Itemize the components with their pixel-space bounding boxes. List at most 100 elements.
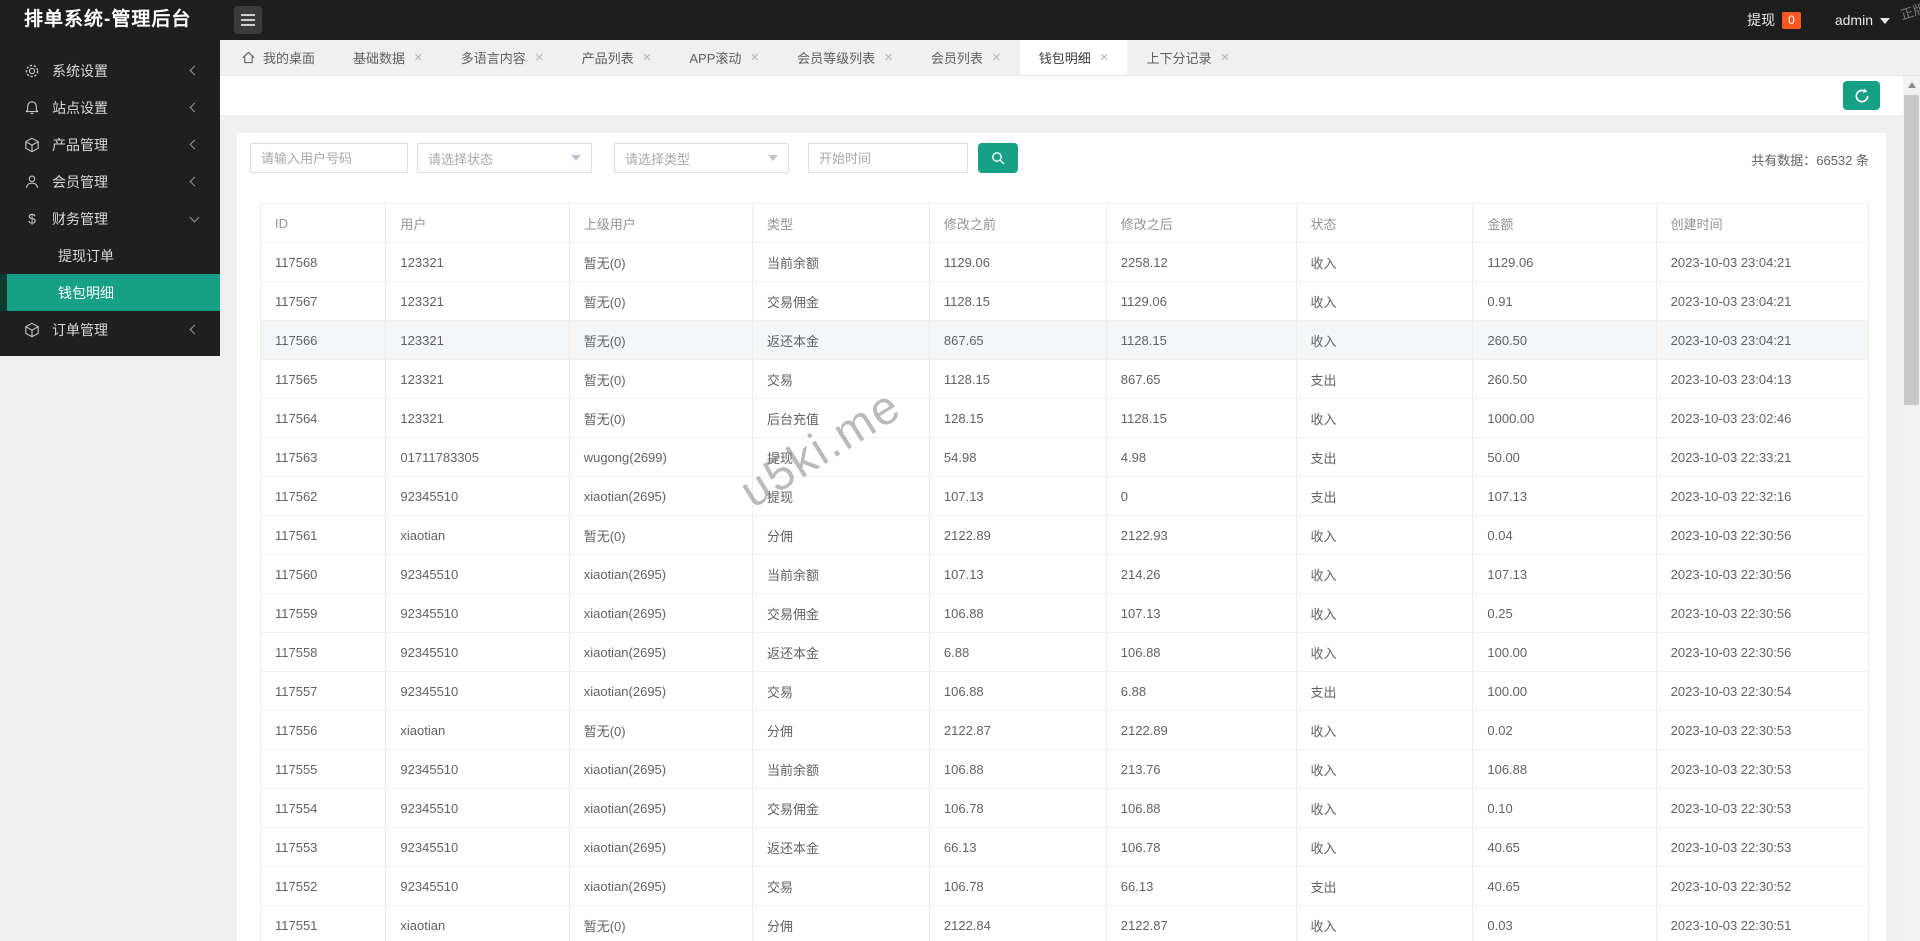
close-icon[interactable]: × bbox=[643, 50, 652, 65]
tab-上下分记录[interactable]: 上下分记录 × bbox=[1127, 40, 1248, 75]
user-menu[interactable]: admin bbox=[1835, 12, 1890, 28]
table-cell: 2258.12 bbox=[1106, 242, 1297, 282]
close-icon[interactable]: × bbox=[1221, 50, 1230, 65]
table-cell: xiaotian(2695) bbox=[569, 788, 754, 828]
table-cell: 107.13 bbox=[929, 476, 1107, 516]
table-cell: 2122.89 bbox=[1106, 710, 1297, 750]
table-cell: 0.03 bbox=[1472, 905, 1657, 941]
table-row: 117565 123321 暂无(0) 交易 1128.15 867.65 支出 260.50… bbox=[259, 359, 1870, 399]
table-cell: 分佣 bbox=[752, 515, 930, 555]
table-cell: 2023-10-03 23:04:21 bbox=[1656, 242, 1870, 282]
scroll-up-arrow-icon[interactable] bbox=[1903, 76, 1920, 93]
column-header: 上级用户 bbox=[569, 203, 754, 243]
tab-label: 会员等级列表 bbox=[797, 51, 876, 66]
table-row: 117556 xiaotian 暂无(0) 分佣 2122.87 2122.89 收入 0.0… bbox=[259, 710, 1870, 750]
table-cell: 117559 bbox=[259, 593, 387, 633]
table-cell: 40.65 bbox=[1472, 827, 1657, 867]
user-number-input[interactable] bbox=[250, 143, 408, 173]
tab-钱包明细[interactable]: 钱包明细 × bbox=[1019, 40, 1128, 75]
table-row: 117564 123321 暂无(0) 后台充值 128.15 1128.15 收入 1000… bbox=[259, 398, 1870, 438]
tab-基础数据[interactable]: 基础数据 × bbox=[334, 40, 442, 75]
close-icon[interactable]: × bbox=[992, 50, 1001, 65]
tab-会员列表[interactable]: 会员列表 × bbox=[912, 40, 1020, 75]
sidebar-item[interactable]: 订单管理 bbox=[0, 311, 220, 348]
column-header: 修改之后 bbox=[1106, 203, 1297, 243]
table-cell: 0.25 bbox=[1472, 593, 1657, 633]
table-cell: 106.88 bbox=[929, 671, 1107, 711]
sidebar-item[interactable]: 系统设置 bbox=[0, 52, 220, 89]
table-cell: 0.91 bbox=[1472, 281, 1657, 321]
table-cell: 收入 bbox=[1296, 905, 1474, 941]
table-cell: 66.13 bbox=[1106, 866, 1297, 906]
table-cell: 0.04 bbox=[1472, 515, 1657, 555]
table-cell: 107.13 bbox=[929, 554, 1107, 594]
table-cell: 1128.15 bbox=[929, 281, 1107, 321]
column-header: 状态 bbox=[1296, 203, 1474, 243]
column-header: 用户 bbox=[385, 203, 570, 243]
sidebar-item-label: 会员管理 bbox=[52, 173, 108, 190]
sidebar: 系统设置站点设置产品管理会员管理 $ 财务管理 提现订单 钱包明细 订单管理 bbox=[0, 40, 220, 356]
table-row: 117559 92345510 xiaotian(2695) 交易佣金 106.88 10… bbox=[259, 593, 1870, 633]
chevron-down-icon bbox=[571, 155, 581, 161]
table-cell: 当前余额 bbox=[752, 749, 930, 789]
close-icon[interactable]: × bbox=[414, 50, 423, 65]
table-cell: 返还本金 bbox=[752, 320, 930, 360]
top-bar: 排单系统-管理后台 提现 0 admin 正版 bbox=[0, 0, 1920, 40]
table-row: 117553 92345510 xiaotian(2695) 返还本金 66.13 106… bbox=[259, 827, 1870, 867]
table-cell: 2023-10-03 22:30:51 bbox=[1656, 905, 1870, 941]
sidebar-item[interactable]: 产品管理 bbox=[0, 126, 220, 163]
search-button[interactable] bbox=[978, 143, 1018, 173]
table-cell: 收入 bbox=[1296, 593, 1474, 633]
tab-bar: 我的桌面 基础数据 × 多语言内容 × 产品列表 × APP滚动 × 会员等级列表 × 会员列表 × 钱包… bbox=[220, 40, 1920, 76]
sidebar-subitem[interactable]: 钱包明细 bbox=[0, 274, 220, 311]
table-cell: 92345510 bbox=[385, 476, 570, 516]
table-cell: 92345510 bbox=[385, 632, 570, 672]
table-cell: 分佣 bbox=[752, 905, 930, 941]
sidebar-item[interactable]: $ 财务管理 bbox=[0, 200, 220, 237]
scrollbar-thumb[interactable] bbox=[1904, 95, 1919, 405]
menu-toggle-button[interactable] bbox=[234, 6, 262, 34]
sidebar-subitem[interactable]: 提现订单 bbox=[0, 237, 220, 274]
refresh-button[interactable] bbox=[1843, 81, 1880, 110]
vertical-scrollbar[interactable] bbox=[1903, 76, 1920, 941]
withdraw-label: 提现 bbox=[1747, 12, 1776, 28]
table-cell: 收入 bbox=[1296, 398, 1474, 438]
table-cell: 92345510 bbox=[385, 827, 570, 867]
tab-APP滚动[interactable]: APP滚动 × bbox=[670, 40, 778, 75]
sidebar-item-label: 系统设置 bbox=[52, 62, 108, 79]
table-cell: 117563 bbox=[259, 437, 387, 477]
sidebar-item[interactable]: 站点设置 bbox=[0, 89, 220, 126]
table-cell: xiaotian(2695) bbox=[569, 554, 754, 594]
sidebar-item-label: 站点设置 bbox=[52, 99, 108, 116]
close-icon[interactable]: × bbox=[535, 50, 544, 65]
close-icon[interactable]: × bbox=[750, 50, 759, 65]
start-time-input[interactable] bbox=[808, 143, 968, 173]
tab-我的桌面[interactable]: 我的桌面 bbox=[222, 40, 334, 75]
close-icon[interactable]: × bbox=[884, 50, 893, 65]
type-select[interactable]: 请选择类型 bbox=[614, 143, 789, 173]
tab-产品列表[interactable]: 产品列表 × bbox=[563, 40, 671, 75]
table-cell: 2122.87 bbox=[929, 710, 1107, 750]
status-select-value: 请选择状态 bbox=[428, 151, 494, 167]
table-cell: 260.50 bbox=[1472, 320, 1657, 360]
table-cell: xiaotian(2695) bbox=[569, 866, 754, 906]
table-cell: 2023-10-03 22:30:54 bbox=[1656, 671, 1870, 711]
tab-label: 产品列表 bbox=[581, 51, 634, 66]
table-cell: 2023-10-03 23:04:21 bbox=[1656, 320, 1870, 360]
table-cell: 返还本金 bbox=[752, 632, 930, 672]
tab-会员等级列表[interactable]: 会员等级列表 × bbox=[778, 40, 912, 75]
column-header: 创建时间 bbox=[1656, 203, 1870, 243]
tab-多语言内容[interactable]: 多语言内容 × bbox=[442, 40, 563, 75]
table-cell: 0 bbox=[1106, 476, 1297, 516]
close-icon[interactable]: × bbox=[1100, 50, 1109, 65]
withdraw-link[interactable]: 提现 0 bbox=[1747, 10, 1801, 30]
sidebar-item[interactable]: 会员管理 bbox=[0, 163, 220, 200]
table-cell: 2122.89 bbox=[929, 515, 1107, 555]
table-cell: 支出 bbox=[1296, 476, 1474, 516]
table-cell: xiaotian(2695) bbox=[569, 632, 754, 672]
table-row: 117568 123321 暂无(0) 当前余额 1129.06 2258.12 收入 112… bbox=[259, 242, 1870, 282]
status-select[interactable]: 请选择状态 bbox=[417, 143, 592, 173]
table-cell: 2023-10-03 23:04:13 bbox=[1656, 359, 1870, 399]
column-header: 金额 bbox=[1472, 203, 1657, 243]
table-cell: 213.76 bbox=[1106, 749, 1297, 789]
